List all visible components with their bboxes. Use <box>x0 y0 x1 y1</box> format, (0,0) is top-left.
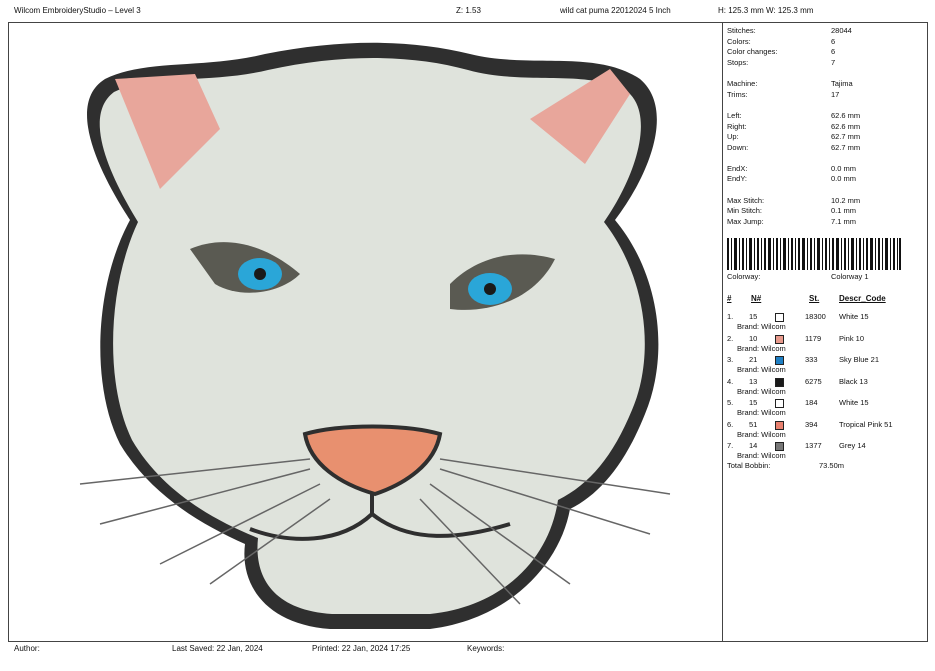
stat-value: 10.2 mm <box>831 196 861 205</box>
stat-value: 0.1 mm <box>831 206 857 215</box>
color-swatch <box>775 377 784 387</box>
color-row-description: White 15 <box>839 398 869 407</box>
color-row-stitches: 6275 <box>805 376 822 386</box>
color-row-stitches: 1179 <box>805 333 822 343</box>
stat-label: Stops: <box>727 58 749 67</box>
color-row-stitches: 333 <box>805 355 818 364</box>
stat-label: Right: <box>727 122 747 131</box>
color-swatch <box>775 442 784 451</box>
color-row-stitches: 18300 <box>805 312 826 321</box>
stat-value: 62.7 mm <box>831 132 861 141</box>
color-row-index: 7. <box>727 441 734 450</box>
color-row-description: Pink 10 <box>839 333 865 343</box>
design-preview <box>79 42 671 629</box>
stat-label: EndY: <box>727 174 748 183</box>
total-bobbin-label: Total Bobbin: <box>727 461 771 470</box>
right-pupil <box>484 283 496 295</box>
color-row-index: 1. <box>727 312 734 321</box>
stat-value: 0.0 mm <box>831 174 857 183</box>
color-row-stitches: 184 <box>805 398 818 407</box>
colorway-value: Colorway 1 <box>831 272 869 281</box>
stat-label: Max Stitch: <box>727 196 765 205</box>
stat-label: Min Stitch: <box>727 206 763 215</box>
design-width: W: 125.3 mm <box>766 6 814 15</box>
color-row-brand: Brand: Wilcom <box>737 451 786 460</box>
color-row-index: 4. <box>727 376 734 386</box>
color-row-number: 21 <box>749 355 758 364</box>
color-row-description: Grey 14 <box>839 441 866 450</box>
app-title: Wilcom EmbroideryStudio – Level 3 <box>14 6 141 15</box>
col-header-number: N# <box>751 294 762 303</box>
color-row-brand: Brand: Wilcom <box>737 386 786 396</box>
barcode <box>727 238 901 270</box>
color-row-brand: Brand: Wilcom <box>737 365 786 374</box>
design-height: H: 125.3 mm <box>718 6 764 15</box>
color-row-index: 6. <box>727 419 734 429</box>
stat-label: Up: <box>727 132 739 141</box>
design-name: wild cat puma 22012024 5 Inch <box>560 6 671 15</box>
stat-value: 62.7 mm <box>831 143 861 152</box>
color-swatch <box>775 399 784 408</box>
stat-label: Left: <box>727 111 742 120</box>
printed-date: Printed: 22 Jan, 2024 17:25 <box>312 644 411 653</box>
color-row-brand: Brand: Wilcom <box>737 429 786 439</box>
color-row-number: 15 <box>749 312 758 321</box>
stat-value: 6 <box>831 37 836 46</box>
stat-label: Machine: <box>727 79 758 88</box>
color-row-stitches: 394 <box>805 419 818 429</box>
color-row-brand: Brand: Wilcom <box>737 322 786 331</box>
color-row-number: 13 <box>749 376 758 386</box>
author-label: Author: <box>14 644 40 653</box>
stat-label: Color changes: <box>727 47 778 56</box>
stat-value: 6 <box>831 47 836 56</box>
stat-label: Max Jump: <box>727 217 764 226</box>
stat-value: 62.6 mm <box>831 122 861 131</box>
stat-label: Trims: <box>727 90 748 99</box>
color-row-stitches: 1377 <box>805 441 822 450</box>
color-row-description: Black 13 <box>839 376 868 386</box>
stat-value: 0.0 mm <box>831 164 857 173</box>
stat-value: 17 <box>831 90 840 99</box>
last-saved: Last Saved: 22 Jan, 2024 <box>172 644 263 653</box>
left-pupil <box>254 268 266 280</box>
color-row-number: 51 <box>749 419 758 429</box>
color-row-number: 15 <box>749 398 758 407</box>
color-row-index: 3. <box>727 355 734 364</box>
stat-value: 62.6 mm <box>831 111 861 120</box>
colorway-label: Colorway: <box>727 272 761 281</box>
color-row-brand: Brand: Wilcom <box>737 408 786 417</box>
stat-value: 7.1 mm <box>831 217 857 226</box>
stat-value: 7 <box>831 58 836 67</box>
stat-label: EndX: <box>727 164 748 173</box>
stat-label: Down: <box>727 143 749 152</box>
stat-value: Tajima <box>831 79 853 88</box>
stat-label: Colors: <box>727 37 751 46</box>
color-row-description: Tropical Pink 51 <box>839 419 893 429</box>
color-swatch <box>775 420 784 430</box>
zoom-level: Z: 1.53 <box>456 6 481 15</box>
total-bobbin-value: 73.50m <box>819 461 845 470</box>
design-info-panel: Stitches: 28044 Colors: 6 Color changes:… <box>722 22 928 642</box>
stat-value: 28044 <box>831 26 852 35</box>
color-row-description: White 15 <box>839 312 869 321</box>
col-header-index: # <box>727 294 732 303</box>
col-header-stitches: St. <box>809 294 820 303</box>
color-swatch <box>775 313 784 322</box>
color-row-brand: Brand: Wilcom <box>737 343 786 353</box>
color-swatch <box>775 334 784 344</box>
color-row-description: Sky Blue 21 <box>839 355 880 364</box>
color-swatch <box>775 356 784 365</box>
col-header-description: Descr_Code <box>839 294 886 303</box>
color-row-index: 5. <box>727 398 734 407</box>
color-row-number: 10 <box>749 333 758 343</box>
stat-label: Stitches: <box>727 26 756 35</box>
keywords-label: Keywords: <box>467 644 505 653</box>
color-row-number: 14 <box>749 441 758 450</box>
color-row-index: 2. <box>727 333 734 343</box>
